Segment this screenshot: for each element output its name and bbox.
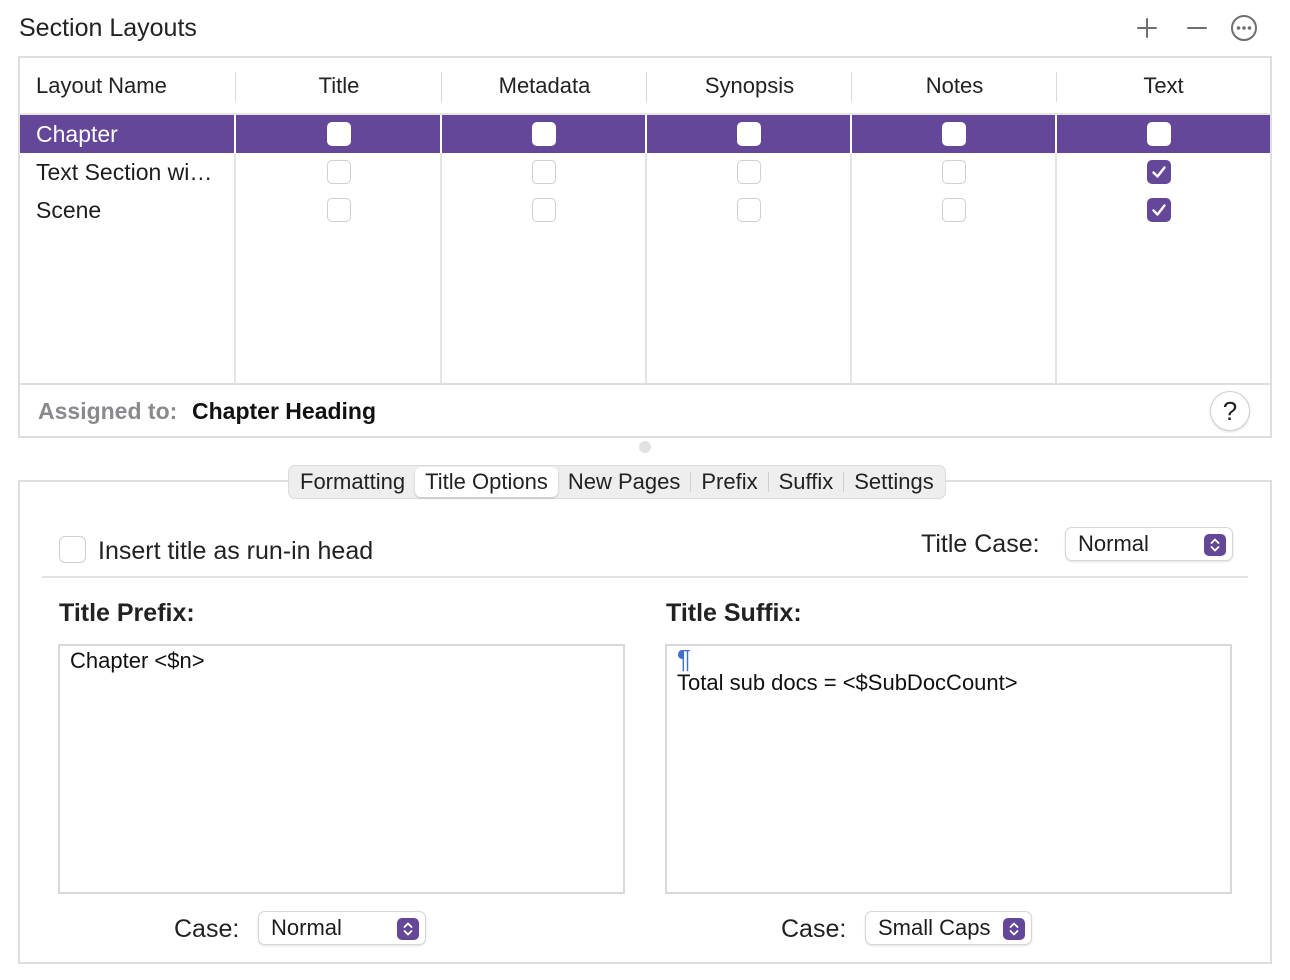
updown-arrows-icon (397, 918, 419, 940)
column-header-notes[interactable]: Notes (852, 58, 1057, 114)
metadata-checkbox[interactable] (532, 198, 556, 222)
column-header-synopsis[interactable]: Synopsis (647, 58, 852, 114)
row-divider (440, 115, 442, 153)
header-separator (851, 72, 852, 102)
title-prefix-field[interactable]: Chapter <$n> (58, 644, 625, 894)
table-row-text-section[interactable]: Text Section wi… (20, 153, 1270, 191)
text-checkbox[interactable] (1147, 198, 1171, 222)
title-suffix-text: Total sub docs = <$SubDocCount> (677, 670, 1018, 695)
layouts-table: Layout Name Title Metadata Synopsis Note… (18, 56, 1272, 438)
row-divider (1055, 115, 1057, 153)
metadata-checkbox[interactable] (532, 160, 556, 184)
updown-arrows-icon (1003, 918, 1025, 940)
row-label: Chapter (36, 120, 118, 147)
tab-settings[interactable]: Settings (844, 467, 944, 497)
column-header-title[interactable]: Title (236, 58, 442, 114)
suffix-case-label: Case: (781, 915, 847, 943)
runin-head-label: Insert title as run-in head (98, 537, 374, 565)
title-checkbox[interactable] (327, 198, 351, 222)
header-separator (441, 72, 442, 102)
suffix-case-value: Small Caps (878, 915, 991, 940)
row-divider (645, 115, 647, 153)
title-suffix-label: Title Suffix: (666, 599, 802, 627)
row-label: Text Section wi… (36, 158, 213, 185)
table-row-scene[interactable]: Scene (20, 191, 1270, 229)
header-separator (1056, 72, 1057, 102)
notes-checkbox[interactable] (942, 160, 966, 184)
tab-bar: Formatting Title Options New Pages Prefi… (288, 465, 946, 499)
header-separator (235, 72, 236, 102)
notes-checkbox[interactable] (942, 198, 966, 222)
more-options-button[interactable] (1228, 12, 1260, 44)
section-divider (42, 576, 1248, 578)
title-prefix-label: Title Prefix: (59, 599, 195, 627)
runin-head-checkbox[interactable] (59, 536, 86, 563)
row-label: Scene (36, 196, 102, 223)
header-separator (646, 72, 647, 102)
remove-layout-button[interactable] (1181, 12, 1213, 44)
help-button[interactable]: ? (1210, 391, 1250, 431)
notes-checkbox[interactable] (942, 122, 966, 146)
column-header-layout-name[interactable]: Layout Name (20, 58, 236, 114)
tab-title-options[interactable]: Title Options (415, 467, 558, 497)
text-checkbox[interactable] (1147, 122, 1171, 146)
assigned-bar: Assigned to: Chapter Heading ? (20, 383, 1270, 436)
column-header-text[interactable]: Text (1057, 58, 1270, 114)
suffix-case-popup[interactable]: Small Caps (865, 911, 1032, 945)
tab-formatting[interactable]: Formatting (290, 467, 415, 497)
row-divider (850, 115, 852, 153)
tab-prefix[interactable]: Prefix (691, 467, 767, 497)
title-prefix-text: Chapter <$n> (70, 648, 205, 673)
checkmark-icon (1152, 166, 1166, 178)
prefix-case-value: Normal (271, 915, 342, 940)
tab-suffix[interactable]: Suffix (769, 467, 844, 497)
pilcrow-mark: ¶ (677, 644, 691, 674)
synopsis-checkbox[interactable] (737, 160, 761, 184)
table-row-chapter[interactable]: Chapter (20, 115, 1270, 153)
text-checkbox[interactable] (1147, 160, 1171, 184)
metadata-checkbox[interactable] (532, 122, 556, 146)
title-case-label: Title Case: (921, 530, 1040, 558)
title-case-value: Normal (1078, 531, 1149, 556)
title-checkbox[interactable] (327, 122, 351, 146)
assigned-label: Assigned to: (38, 398, 178, 424)
tab-new-pages[interactable]: New Pages (558, 467, 691, 497)
updown-arrows-icon (1204, 534, 1226, 556)
prefix-case-popup[interactable]: Normal (258, 911, 426, 945)
ellipsis-circle-icon (1231, 15, 1257, 41)
section-layouts-title: Section Layouts (19, 14, 197, 42)
checkmark-icon (1152, 204, 1166, 216)
column-header-metadata[interactable]: Metadata (442, 58, 647, 114)
synopsis-checkbox[interactable] (737, 122, 761, 146)
synopsis-checkbox[interactable] (737, 198, 761, 222)
split-view-handle[interactable] (639, 441, 651, 453)
title-suffix-field[interactable]: ¶ Total sub docs = <$SubDocCount> (665, 644, 1232, 894)
row-divider (234, 115, 236, 153)
title-case-popup[interactable]: Normal (1065, 527, 1233, 561)
prefix-case-label: Case: (174, 915, 240, 943)
assigned-value: Chapter Heading (192, 398, 377, 424)
plus-icon (1137, 18, 1157, 38)
minus-icon (1187, 27, 1207, 29)
add-layout-button[interactable] (1131, 12, 1163, 44)
title-checkbox[interactable] (327, 160, 351, 184)
